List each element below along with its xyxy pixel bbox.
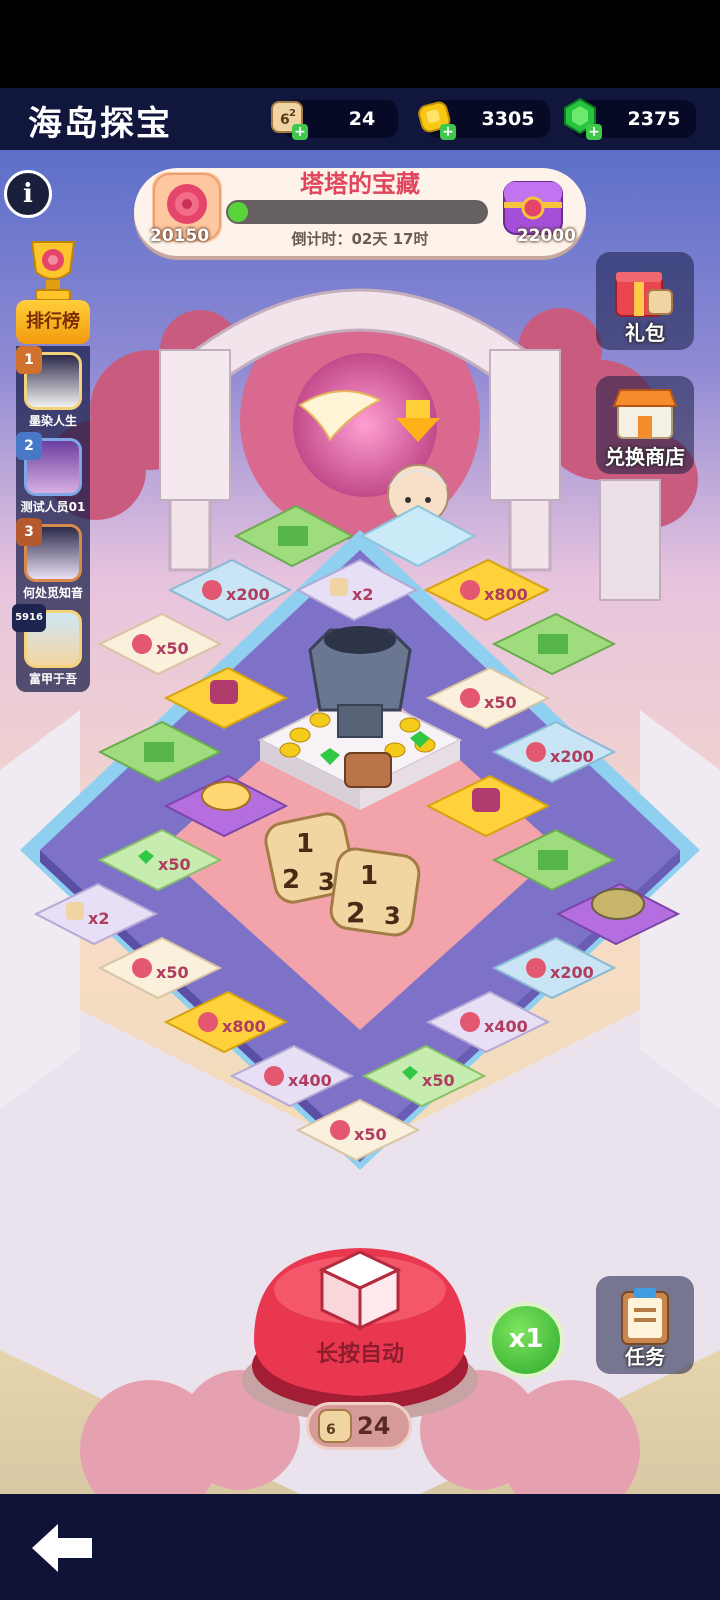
info-button[interactable]: i xyxy=(4,170,52,218)
leaderboard-entry[interactable]: 5916 富甲于吾 xyxy=(12,604,90,694)
target-points: 22000 xyxy=(516,226,576,246)
rank-badge: 5916 xyxy=(12,604,46,632)
exchange-shop-button[interactable]: 兑换商店 xyxy=(596,376,694,474)
shop-icon xyxy=(612,389,678,439)
status-bar xyxy=(0,0,720,88)
gift-pack-label: 礼包 xyxy=(625,321,665,345)
leaderboard-name: 何处觅知音 xyxy=(22,586,83,600)
navigation-bar xyxy=(0,1494,720,1600)
leaderboard-name: 测试人员01 xyxy=(20,500,86,514)
svg-text:6: 6 xyxy=(326,1422,336,1438)
roll-dice-button[interactable]: 长按自动 xyxy=(240,1230,480,1430)
dice-count: 24 xyxy=(348,108,376,130)
cube-icon xyxy=(318,1250,402,1331)
event-progress-fill xyxy=(228,202,248,222)
gem-add-icon[interactable]: + xyxy=(586,124,602,140)
leaderboard-name: 墨染人生 xyxy=(28,414,77,428)
dice-remaining-pill: 6 24 xyxy=(306,1402,412,1450)
gift-pack-button[interactable]: 礼包 xyxy=(596,252,694,350)
roll-button-graphic xyxy=(242,1248,478,1422)
coin-counter[interactable]: + 3305 xyxy=(418,100,550,140)
event-progress-bar xyxy=(226,200,488,224)
svg-text:2: 2 xyxy=(289,108,296,119)
leaderboard-entry[interactable]: 2 测试人员01 xyxy=(16,432,90,522)
leaderboard-list: 1 墨染人生 2 测试人员01 3 何处觅知音 5916 富甲于吾 xyxy=(12,346,90,694)
game-title: 海岛探宝 xyxy=(28,104,172,144)
top-bar: 海岛探宝 6 2 + 24 + 3305 + 2375 xyxy=(0,88,720,150)
rank-badge: 3 xyxy=(16,518,42,546)
gift-box-icon xyxy=(615,272,673,317)
leaderboard-entry[interactable]: 3 何处觅知音 xyxy=(16,518,90,608)
exchange-shop-label: 兑换商店 xyxy=(605,445,685,469)
dice-icon: 6 xyxy=(318,1409,352,1443)
back-arrow-icon[interactable] xyxy=(28,1520,98,1576)
coin-add-icon[interactable]: + xyxy=(440,124,456,140)
info-icon: i xyxy=(23,179,33,209)
coin-count: 3305 xyxy=(481,108,535,130)
clipboard-icon xyxy=(621,1288,669,1345)
tasks-button[interactable]: 任务 xyxy=(596,1276,694,1374)
tasks-label: 任务 xyxy=(625,1345,665,1369)
leaderboard-entry[interactable]: 1 墨染人生 xyxy=(16,346,90,436)
dice-add-icon[interactable]: + xyxy=(292,124,308,140)
trophy-icon xyxy=(30,241,76,301)
gem-count: 2375 xyxy=(627,108,681,130)
roll-button-label: 长按自动 xyxy=(315,1342,404,1367)
treasure-chest xyxy=(344,752,392,788)
dice-counter[interactable]: 6 2 + 24 xyxy=(271,100,398,140)
event-banner[interactable]: 塔塔的宝藏 20150 倒计时：02天 17时 22000 xyxy=(134,168,586,256)
rank-badge: 1 xyxy=(16,346,42,374)
leaderboard-label[interactable]: 排行榜 xyxy=(16,300,90,344)
dice-remaining-count: 24 xyxy=(357,1412,391,1440)
game-scene: x200 x2 x800 x50 x50 x200 x50 x2 x50 x20… xyxy=(0,150,720,1494)
multiplier-button[interactable]: x1 xyxy=(488,1302,564,1378)
gem-counter[interactable]: + 2375 xyxy=(564,97,696,140)
rank-badge: 2 xyxy=(16,432,42,460)
leaderboard-name: 富甲于吾 xyxy=(28,672,77,686)
